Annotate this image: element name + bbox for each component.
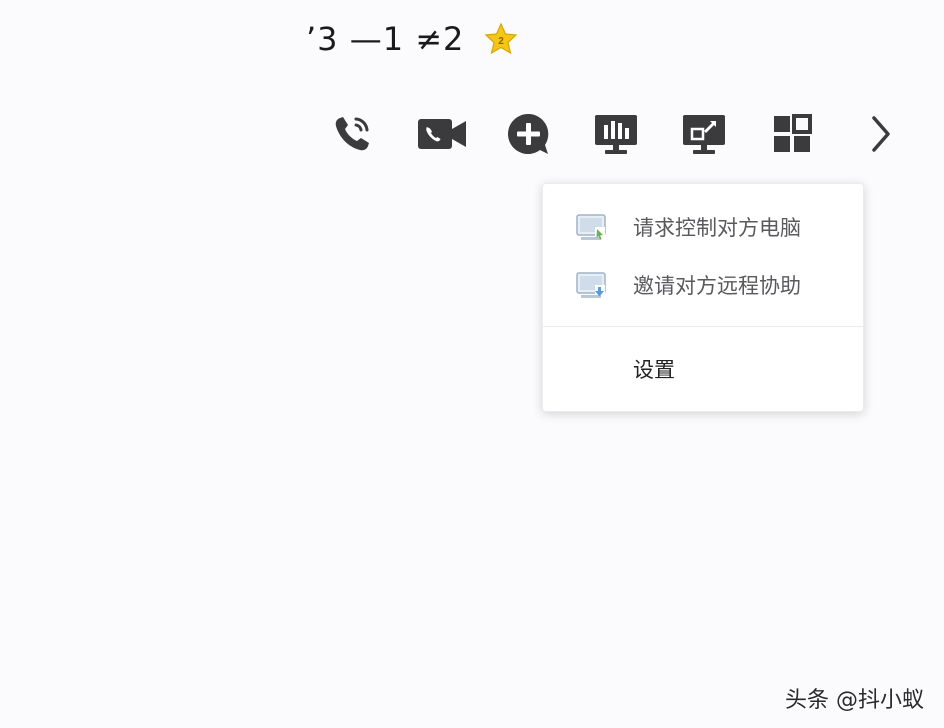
apps-grid-icon[interactable] (762, 108, 822, 160)
settings-label: 设置 (633, 358, 675, 382)
add-chat-icon[interactable] (498, 108, 558, 160)
watermark: 头条 @抖小蚁 (785, 688, 924, 713)
invite-assist-icon (575, 271, 611, 301)
chat-header: ’3 —1 ≠2 2 (306, 20, 518, 58)
menu-item-label: 请求控制对方电脑 (633, 216, 801, 240)
menu-divider (543, 326, 863, 327)
svg-text:2: 2 (499, 36, 505, 47)
chevron-right-icon[interactable] (850, 108, 910, 160)
star-icon[interactable]: 2 (484, 22, 518, 56)
menu-item-request-control[interactable]: 请求控制对方电脑 (543, 204, 863, 250)
screen-share-icon[interactable] (586, 108, 646, 160)
phone-call-icon[interactable] (322, 108, 382, 160)
remote-desktop-icon[interactable] (674, 108, 734, 160)
chat-toolbar (320, 108, 910, 160)
menu-item-settings[interactable]: 设置 (543, 346, 863, 392)
menu-item-label: 邀请对方远程协助 (633, 274, 801, 298)
chat-window: ’3 —1 ≠2 2 请求控制对方电脑 邀请对方远程协助 设置 头条 @抖小蚁 (0, 0, 944, 728)
remote-assist-menu: 请求控制对方电脑 邀请对方远程协助 设置 (542, 183, 864, 412)
contact-name[interactable]: ’3 —1 ≠2 (306, 20, 464, 58)
video-call-icon[interactable] (412, 108, 472, 160)
menu-item-invite-assist[interactable]: 邀请对方远程协助 (543, 262, 863, 308)
request-control-icon (575, 213, 611, 243)
